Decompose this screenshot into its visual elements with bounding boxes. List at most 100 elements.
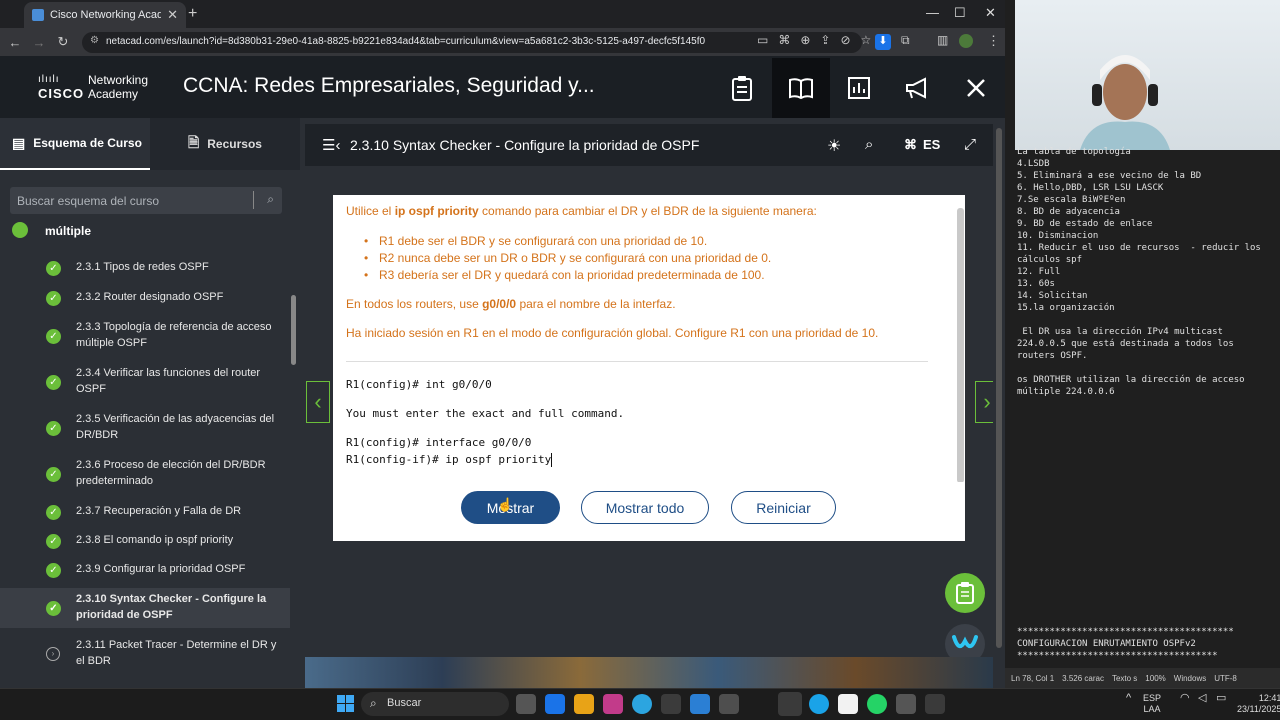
tab-course-outline[interactable]: ▤ Esquema de Curso — [0, 118, 150, 170]
login-note: Ha iniciado sesión en R1 en el modo de c… — [346, 326, 879, 340]
check-icon: ✓ — [46, 505, 61, 520]
lang-line-1: ESP — [1143, 693, 1162, 703]
close-course-button[interactable] — [947, 58, 1005, 118]
sidebar-item[interactable]: › 2.3.11 Packet Tracer - Determine el DR … — [0, 634, 290, 674]
terminal-input[interactable]: R1(config-if)# ip ospf priority — [346, 453, 558, 466]
notes-fab[interactable] — [945, 573, 985, 613]
brightness-icon[interactable]: ☀ — [827, 136, 841, 156]
course-button[interactable] — [772, 58, 830, 118]
check-icon: ✓ — [46, 375, 61, 390]
sidebar-scrollbar[interactable] — [291, 295, 296, 365]
tray-chevron-icon[interactable]: ^ — [1126, 693, 1131, 704]
task-view-icon[interactable] — [516, 694, 536, 714]
battery-icon[interactable]: ▭ — [1216, 693, 1226, 704]
instruction-command: ip ospf priority — [394, 204, 479, 218]
notepad-icon[interactable] — [838, 694, 858, 714]
minimize-icon[interactable]: — — [926, 5, 939, 20]
maximize-icon[interactable]: ☐ — [954, 5, 966, 21]
close-window-icon[interactable]: ✕ — [985, 5, 996, 21]
share-icon[interactable]: ⇪ — [820, 33, 830, 47]
sidebar-item[interactable]: ✓ 2.3.7 Recuperación y Falla de DR — [0, 500, 290, 524]
bookmark-star-icon[interactable]: ☆ — [861, 33, 872, 47]
chevron-left-icon: ‹ — [314, 389, 322, 414]
sidebar-item[interactable]: ✓ 2.3.8 El comando ip ospf priority — [0, 529, 290, 553]
extensions-icon[interactable]: ⧉ — [901, 33, 910, 48]
download-icon[interactable]: ⬇ — [875, 34, 891, 50]
sidebar-item[interactable]: ✓ 2.3.5 Verificación de las adyacencias d… — [0, 408, 290, 448]
url-text: netacad.com/es/launch?id=8d380b31-29e0-4… — [106, 36, 706, 47]
vscode-icon[interactable] — [690, 694, 710, 714]
page-scrollbar[interactable] — [993, 118, 1005, 688]
whatsapp-icon[interactable] — [867, 694, 887, 714]
sidebar-item-label: 2.3.4 Verificar las funciones del router… — [76, 367, 261, 395]
notepad-line: 13. 60s — [1017, 279, 1055, 289]
browser-menu-icon[interactable]: ⋮ — [987, 33, 1000, 49]
outline-search-input[interactable]: Buscar esquema del curso ⌕ — [10, 187, 282, 214]
grades-button[interactable] — [830, 58, 888, 118]
forward-icon[interactable]: → — [27, 35, 51, 50]
telegram-icon[interactable] — [632, 694, 652, 714]
tab-resources[interactable]: 🗎 Recursos — [176, 118, 300, 170]
profile-avatar[interactable] — [959, 34, 973, 48]
app-icon[interactable] — [661, 694, 681, 714]
activity-title: 2.3.10 Syntax Checker - Configure la pri… — [350, 137, 700, 153]
terminal-line: R1(config)# interface g0/0/0 — [346, 436, 532, 449]
chrome-icon-active[interactable] — [778, 692, 802, 716]
outlook-icon[interactable] — [545, 694, 565, 714]
sidebar-item[interactable]: ✓ 2.3.2 Router designado OSPF — [0, 286, 290, 310]
announcements-button[interactable] — [888, 58, 946, 118]
language-button[interactable]: ⌘ ES — [904, 137, 940, 153]
sidebar-item[interactable]: ✓ 2.3.4 Verificar las funciones del route… — [0, 362, 290, 402]
clock[interactable]: 12:41 23/11/2025 — [1237, 693, 1280, 715]
section-header[interactable]: múltiple — [0, 222, 300, 246]
photos-icon[interactable] — [603, 694, 623, 714]
page-scrollbar-thumb[interactable] — [996, 128, 1002, 648]
status-chars: 3.526 carac — [1062, 673, 1104, 683]
language-indicator[interactable]: ESP LAA — [1143, 693, 1161, 715]
sidebar-item[interactable]: ✓ 2.3.3 Topología de referencia de acceso… — [0, 316, 290, 356]
notes-button[interactable] — [713, 58, 771, 118]
notepad-statusbar: Ln 78, Col 1 3.526 carac Texto s 100% Wi… — [1005, 668, 1280, 688]
divider — [346, 361, 928, 362]
sidebar-item[interactable]: ✓ 2.3.9 Configurar la prioridad OSPF — [0, 558, 290, 582]
site-info-icon[interactable]: ⚙ — [90, 35, 99, 46]
notepad-line: 9. BD de estado de enlace — [1017, 219, 1153, 229]
back-icon[interactable]: ← — [3, 35, 27, 50]
sidebar-item[interactable]: ✓ 2.3.10 Syntax Checker - Configure la pr… — [0, 588, 290, 628]
close-tab-icon[interactable]: ✕ — [167, 7, 178, 23]
translate-icon[interactable]: ⌘ — [778, 33, 790, 47]
volume-icon[interactable]: ◁ — [1198, 693, 1206, 704]
previous-page-button[interactable]: ‹ — [306, 381, 330, 423]
collapse-menu-icon[interactable]: ☰‹ — [322, 136, 340, 154]
notepad-line: El DR usa la dirección IPv4 multicast — [1017, 327, 1223, 337]
section-title: múltiple — [45, 224, 92, 238]
search-icon[interactable]: ⌕ — [865, 136, 873, 153]
reset-button[interactable]: Reiniciar — [731, 491, 836, 524]
sidebar-item[interactable]: ✓ 2.3.6 Proceso de elección del DR/BDR pr… — [0, 454, 290, 494]
wifi-icon[interactable]: ◠ — [1180, 693, 1190, 704]
taskbar-search[interactable]: ⌕ Buscar — [361, 692, 509, 716]
sidepanel-icon[interactable]: ▥ — [937, 33, 948, 47]
sidebar-item[interactable]: ✓ 2.3.1 Tipos de redes OSPF — [0, 256, 290, 280]
reload-icon[interactable]: ↻ — [51, 34, 75, 50]
edge-icon[interactable] — [809, 694, 829, 714]
app-icon[interactable] — [719, 694, 739, 714]
browser-tab[interactable]: Cisco Networking Academy: CC ✕ — [24, 2, 186, 28]
sidebar-item-label: 2.3.11 Packet Tracer - Determine el DR y… — [76, 639, 277, 667]
app-icon[interactable] — [896, 694, 916, 714]
cast-icon[interactable]: ▭ — [757, 33, 768, 47]
zoom-icon[interactable]: ⊕ — [800, 33, 810, 47]
show-all-button[interactable]: Mostrar todo — [581, 491, 709, 524]
cisco-logo[interactable]: ılıılı CISCO Networking Academy — [34, 72, 154, 104]
windows-start-icon[interactable] — [337, 695, 354, 712]
search-icon[interactable]: ⌕ — [267, 192, 274, 207]
new-tab-icon[interactable]: + — [188, 5, 197, 23]
notepad-line: 8. BD de adyacencia — [1017, 207, 1120, 217]
cisco-bars-icon: ılıılı — [38, 74, 60, 85]
file-explorer-icon[interactable] — [574, 694, 594, 714]
url-input[interactable]: ⚙ netacad.com/es/launch?id=8d380b31-29e0… — [82, 32, 862, 53]
panel-scrollbar[interactable] — [957, 208, 964, 483]
expand-icon[interactable]: ⤢ — [964, 136, 976, 153]
hide-icon[interactable]: ⊘ — [840, 33, 850, 47]
app-icon[interactable] — [925, 694, 945, 714]
